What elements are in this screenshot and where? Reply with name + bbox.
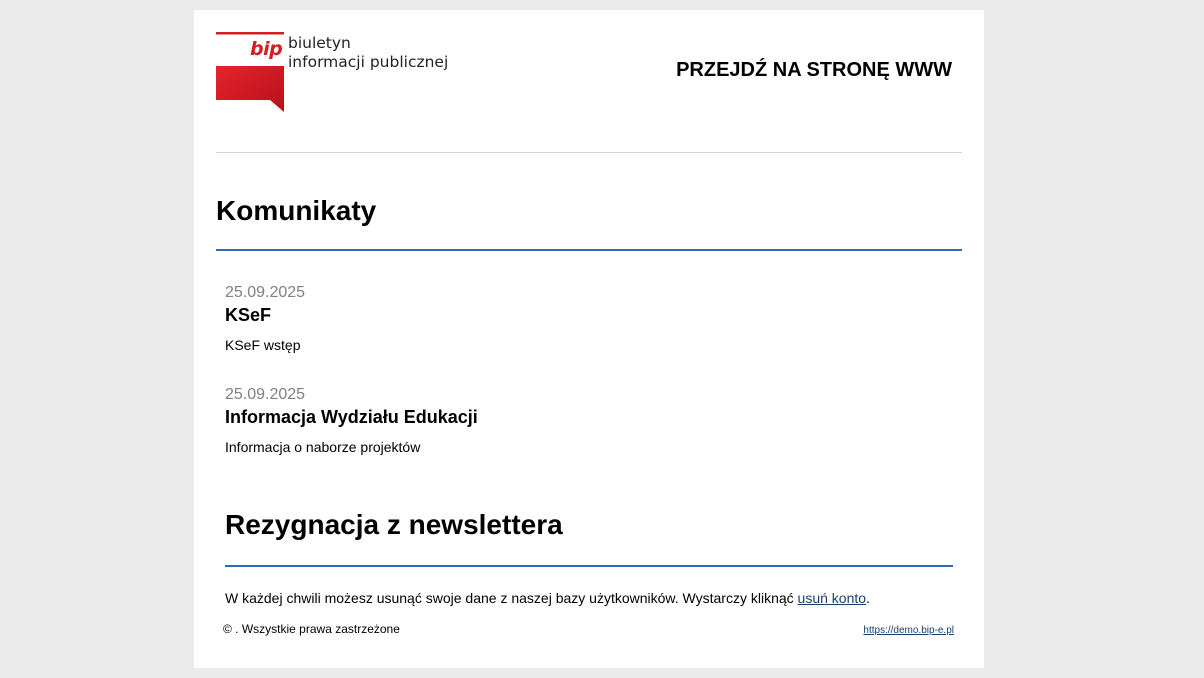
go-to-website-link[interactable]: PRZEJDŹ NA STRONĘ WWW [676, 59, 952, 82]
footer-copyright: © . Wszystkie prawa zastrzeżone [223, 622, 400, 636]
logo-line-1: biuletyn [288, 34, 351, 52]
logo-wordmark: biuletyn informacji publicznej [288, 34, 448, 72]
news-date: 25.09.2025 [225, 386, 306, 403]
bip-logo[interactable]: bip biuletyn informacji publicznej [216, 32, 448, 114]
news-lead: Informacja o naborze projektów [225, 439, 421, 455]
header-divider [216, 152, 962, 153]
unsubscribe-rule [225, 565, 953, 567]
news-lead: KSeF wstęp [225, 337, 301, 353]
unsubscribe-heading: Rezygnacja z newslettera [225, 509, 563, 540]
unsubscribe-suffix: . [866, 590, 870, 606]
announcements-heading: Komunikaty [216, 195, 377, 226]
announcements-rule [216, 249, 962, 251]
unsubscribe-text: W każdej chwili możesz usunąć swoje dane… [225, 589, 965, 607]
news-item: 25.09.2025 Informacja Wydziału Edukacji … [225, 385, 945, 456]
logo-line-2: informacji publicznej [288, 53, 449, 71]
newsletter-sheet: bip biuletyn informacji publicznej PRZEJ… [194, 10, 984, 668]
news-date: 25.09.2025 [225, 284, 306, 301]
unsubscribe-body: W każdej chwili możesz usunąć swoje dane… [225, 590, 798, 606]
logo-bip-mark: bip [250, 38, 283, 60]
news-item: 25.09.2025 KSeF KSeF wstęp [225, 283, 945, 354]
footer-site-link[interactable]: https://demo.bip-e.pl [863, 625, 954, 636]
delete-account-link[interactable]: usuń konto [798, 590, 867, 606]
news-title-link[interactable]: KSeF [225, 304, 945, 326]
news-title-link[interactable]: Informacja Wydziału Edukacji [225, 406, 945, 428]
